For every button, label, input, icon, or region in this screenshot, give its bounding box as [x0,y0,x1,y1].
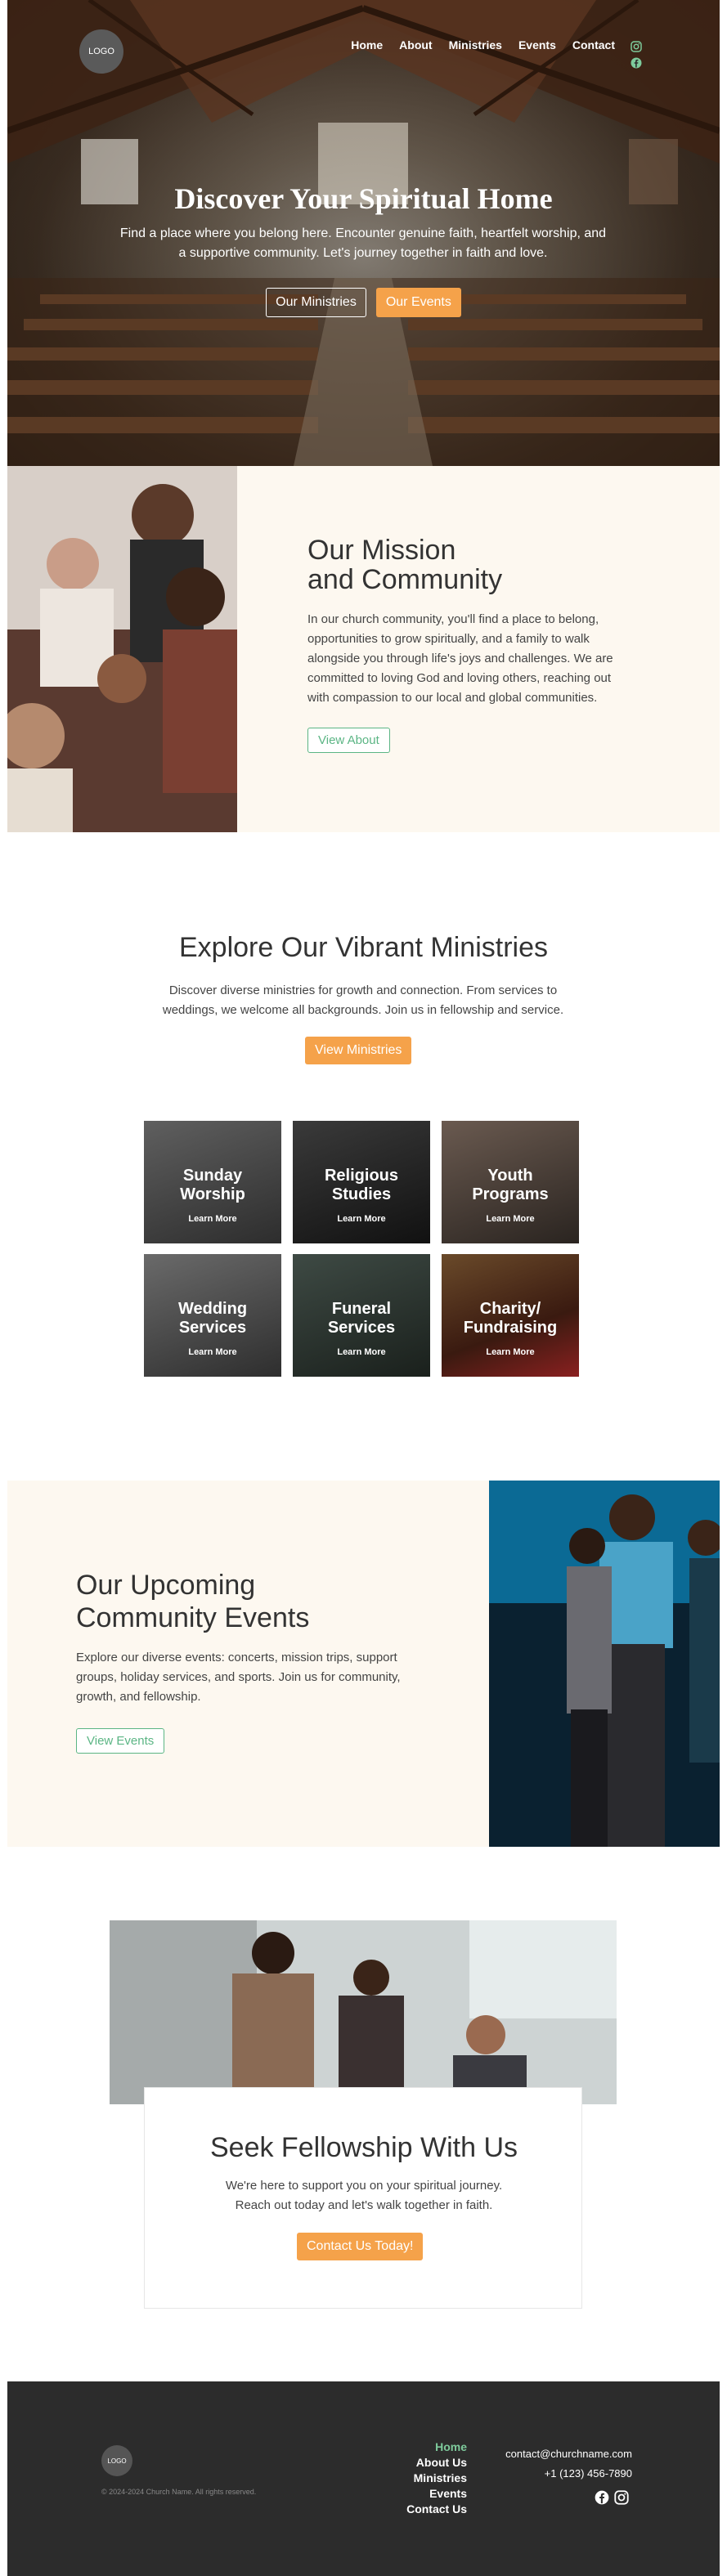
learn-more-link[interactable]: Learn More [337,1214,385,1224]
header-social [631,41,642,69]
view-about-button[interactable]: View About [307,728,390,753]
facebook-icon[interactable] [631,57,642,69]
fellowship-text-line1: We're here to support you on your spirit… [225,2179,503,2193]
footer-logo[interactable]: LOGO [101,2445,132,2476]
ministry-card-title: Charity/Fundraising [463,1300,558,1337]
header-logo[interactable]: LOGO [79,29,123,74]
ministry-card-wedding-services[interactable]: Wedding Services Learn More [144,1254,281,1377]
fellowship-text-line2: Reach out today and let's walk together … [235,2198,493,2212]
fellowship-card: Seek Fellowship With Us We're here to su… [144,2087,582,2309]
footer-links: Home About Us Ministries Events Contact … [377,2440,467,2516]
page: LOGO Home About Ministries Events Contac… [7,0,720,2576]
mission-title-line2: and Community [307,564,503,595]
footer-contact: contact@churchname.com +1 (123) 456-7890 [490,2444,632,2484]
footer-link-home[interactable]: Home [377,2440,467,2454]
events-title: Our Upcoming Community Events [76,1569,309,1634]
footer-link-events[interactable]: Events [377,2487,467,2501]
mission-title-line1: Our Mission [307,535,456,566]
nav-about[interactable]: About [399,38,432,52]
learn-more-link[interactable]: Learn More [188,1214,236,1224]
instagram-icon[interactable] [631,41,642,52]
mission-text: In our church community, you'll find a p… [307,612,613,705]
nav-contact[interactable]: Contact [572,38,615,52]
learn-more-link[interactable]: Learn More [486,1214,534,1224]
mission-title: Our Mission and Community [307,535,502,594]
footer: LOGO © 2024-2024 Church Name. All rights… [7,2381,720,2576]
our-events-button[interactable]: Our Events [375,288,461,317]
worship-crowd-image [7,466,237,832]
fellowship-text: We're here to support you on your spirit… [177,2176,550,2215]
ministry-card-title: Funeral Services [327,1300,396,1337]
facebook-icon[interactable] [595,2490,609,2509]
worship-singer-image [489,1481,720,1847]
copyright-text: © 2024-2024 Church Name. All rights rese… [101,2488,257,2496]
learn-more-link[interactable]: Learn More [486,1347,534,1357]
contact-us-button[interactable]: Contact Us Today! [297,2233,424,2260]
ministry-card-youth-programs[interactable]: Youth Programs Learn More [442,1121,579,1243]
ministry-card-title: Wedding Services [177,1300,248,1337]
nav-home[interactable]: Home [351,38,383,52]
mission-section: Our Mission and Community In our church … [7,466,720,832]
fellowship-title: Seek Fellowship With Us [209,2132,518,2163]
footer-link-about[interactable]: About Us [377,2456,467,2470]
footer-social [595,2490,629,2509]
church-roof-image [7,0,720,204]
ministry-card-charity-fundraising[interactable]: Charity/Fundraising Learn More [442,1254,579,1377]
ministries-section: Explore Our Vibrant Ministries Discover … [7,832,720,1481]
ministry-card-title: Youth Programs [472,1167,549,1203]
events-section: Our Upcoming Community Events Explore ou… [7,1481,720,1847]
footer-email[interactable]: contact@churchname.com [490,2444,632,2464]
ministries-text: Discover diverse ministries for growth a… [162,983,564,1017]
learn-more-link[interactable]: Learn More [337,1347,385,1357]
fellowship-section: Seek Fellowship With Us We're here to su… [7,1847,720,2381]
events-text: Explore our diverse events: concerts, mi… [76,1651,401,1704]
fellowship-image [110,1920,617,2104]
ministries-title: Explore Our Vibrant Ministries [179,932,548,963]
learn-more-link[interactable]: Learn More [188,1347,236,1357]
footer-phone[interactable]: +1 (123) 456-7890 [490,2464,632,2484]
ministry-card-funeral-services[interactable]: Funeral Services Learn More [293,1254,430,1377]
instagram-icon[interactable] [614,2490,629,2509]
hero-section: LOGO Home About Ministries Events Contac… [7,0,720,466]
view-events-button[interactable]: View Events [76,1728,165,1754]
ministry-card-sunday-worship[interactable]: Sunday Worship Learn More [144,1121,281,1243]
our-ministries-button[interactable]: Our Ministries [266,288,366,317]
nav-events[interactable]: Events [518,38,556,52]
footer-link-contact[interactable]: Contact Us [377,2502,467,2516]
view-ministries-button[interactable]: View Ministries [305,1037,412,1064]
events-title-line2: Community Events [76,1602,310,1633]
hero-text: Find a place where you belong here. Enco… [119,226,607,260]
hero-buttons: Our Ministries Our Events [7,288,720,317]
ministry-card-religious-studies[interactable]: Religious Studies Learn More [293,1121,430,1243]
main-nav: Home About Ministries Events Contact [351,38,615,52]
nav-ministries[interactable]: Ministries [449,38,502,52]
ministries-grid: Sunday Worship Learn More Religious Studie… [144,1121,582,1377]
ministry-card-title: Religious Studies [324,1167,398,1203]
ministry-card-title: Sunday Worship [180,1167,245,1203]
hero-title: Discover Your Spiritual Home [174,182,553,215]
events-title-line1: Our Upcoming [76,1570,256,1601]
footer-link-ministries[interactable]: Ministries [377,2471,467,2485]
